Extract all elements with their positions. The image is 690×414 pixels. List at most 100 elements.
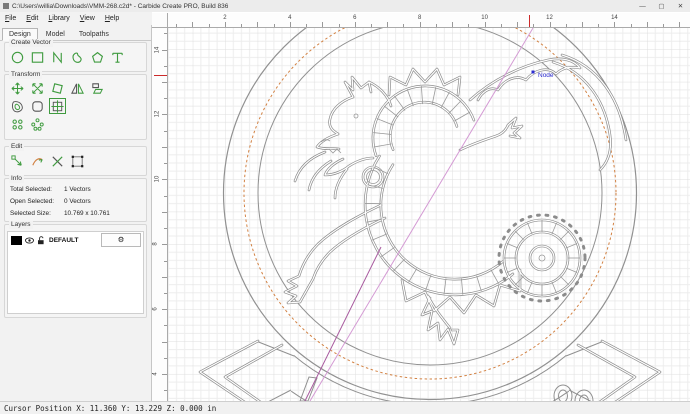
app-icon xyxy=(3,3,9,9)
move-tool-button[interactable] xyxy=(9,80,26,96)
offset-tool-button[interactable] xyxy=(9,98,26,114)
center-tool-button[interactable] xyxy=(49,98,66,114)
polyline-tool-button[interactable] xyxy=(49,49,66,65)
curve-tool-button[interactable] xyxy=(69,49,86,65)
ruler-tick xyxy=(647,22,648,27)
info-open-selected: Open Selected:0 Vectors xyxy=(5,195,146,207)
ruler-tick xyxy=(566,24,567,28)
ruler-tick xyxy=(582,22,583,27)
mirror-tool-button[interactable] xyxy=(69,80,86,96)
ruler-horizontal: 2468101214 xyxy=(168,13,690,28)
ruler-tick xyxy=(614,22,615,27)
node-edit-tool-button[interactable] xyxy=(9,153,26,169)
design-canvas[interactable]: Node xyxy=(168,28,690,401)
rotate-tool-button[interactable] xyxy=(49,80,66,96)
status-bar: Cursor Position X: 11.360 Y: 13.229 Z: 0… xyxy=(0,401,690,414)
ruler-tick xyxy=(322,22,323,27)
ruler-tick xyxy=(164,358,168,359)
ruler-tick xyxy=(162,309,167,310)
fillet-tool-button[interactable] xyxy=(29,98,46,114)
ruler-label: 12 xyxy=(546,15,553,21)
boolean-tool-button[interactable] xyxy=(69,153,86,169)
ruler-tick xyxy=(162,277,167,278)
shear-icon xyxy=(90,81,105,96)
layer-name: DEFAULT xyxy=(49,237,79,244)
text-tool-button[interactable] xyxy=(109,49,126,65)
cursor-marker-y xyxy=(154,75,167,77)
layer-color-swatch[interactable] xyxy=(11,236,22,245)
menu-view[interactable]: View xyxy=(75,15,100,22)
menu-bar: File Edit Library View Help xyxy=(0,12,152,25)
info-total-selected: Total Selected:1 Vectors xyxy=(5,183,146,195)
ruler-label: 6 xyxy=(353,15,356,21)
info-title: Info xyxy=(9,175,24,183)
polygon-tool-button[interactable] xyxy=(89,49,106,65)
ruler-tick xyxy=(631,24,632,28)
ruler-tick xyxy=(339,24,340,28)
ruler-tick xyxy=(164,98,168,99)
text-icon xyxy=(110,50,125,65)
shear-tool-button[interactable] xyxy=(89,80,106,96)
polyline-icon xyxy=(50,50,65,65)
node-marker[interactable] xyxy=(532,71,535,74)
edit-group: Edit xyxy=(4,146,147,176)
ruler-tick xyxy=(164,228,168,229)
ruler-tick xyxy=(164,131,168,132)
circle-tool-button[interactable] xyxy=(9,49,26,65)
ruler-label: 10 xyxy=(154,176,160,183)
close-button[interactable]: ✕ xyxy=(671,2,690,10)
ruler-tick xyxy=(162,342,167,343)
minimize-button[interactable]: — xyxy=(633,3,652,10)
ruler-label: 14 xyxy=(611,15,618,21)
info-value: 1 Vectors xyxy=(64,186,91,193)
ruler-tick xyxy=(209,24,210,28)
ruler-tick xyxy=(452,22,453,27)
move-icon xyxy=(10,81,25,96)
menu-help[interactable]: Help xyxy=(100,15,124,22)
ruler-tick xyxy=(501,24,502,28)
ruler-tick xyxy=(290,22,291,27)
maximize-button[interactable]: ▢ xyxy=(652,2,671,10)
layers-list: DEFAULT ⚙ xyxy=(7,231,144,314)
cursor-marker-x xyxy=(529,15,531,27)
ruler-tick xyxy=(176,24,177,28)
circular-array-tool-button[interactable] xyxy=(29,116,46,132)
layer-row-default[interactable]: DEFAULT ⚙ xyxy=(8,232,143,247)
layers-group: Layers DEFAULT ⚙ xyxy=(4,224,147,318)
ruler-tick xyxy=(355,22,356,27)
linear-array-tool-button[interactable] xyxy=(9,116,26,132)
ruler-tick xyxy=(164,66,168,67)
trim-vectors-tool-button[interactable] xyxy=(49,153,66,169)
scale-tool-button[interactable] xyxy=(29,80,46,96)
edit-title: Edit xyxy=(9,143,24,151)
ruler-tick xyxy=(533,24,534,28)
join-vectors-tool-button[interactable] xyxy=(29,153,46,169)
ruler-tick xyxy=(371,24,372,28)
rectangle-tool-button[interactable] xyxy=(29,49,46,65)
ruler-tick xyxy=(162,179,167,180)
info-value: 0 Vectors xyxy=(64,198,91,205)
unlock-icon[interactable] xyxy=(37,236,46,245)
node-label: Node xyxy=(538,72,554,79)
menu-library[interactable]: Library xyxy=(43,15,74,22)
ruler-tick xyxy=(162,147,167,148)
ruler-tick xyxy=(162,82,167,83)
join-vectors-icon xyxy=(30,154,45,169)
ruler-tick xyxy=(257,22,258,27)
rotate-icon xyxy=(50,81,65,96)
layer-settings-button[interactable]: ⚙ xyxy=(101,233,141,247)
ruler-tick xyxy=(550,22,551,27)
create-vector-group: Create Vector xyxy=(4,42,147,72)
eye-icon[interactable] xyxy=(25,236,34,245)
ruler-tick xyxy=(420,22,421,27)
menu-edit[interactable]: Edit xyxy=(21,15,43,22)
ruler-tick xyxy=(468,24,469,28)
rectangle-icon xyxy=(30,50,45,65)
ruler-tick xyxy=(403,24,404,28)
menu-file[interactable]: File xyxy=(0,15,21,22)
ruler-tick xyxy=(162,374,167,375)
node-edit-icon xyxy=(10,154,25,169)
design-side-panel: Design Model Toolpaths Create Vector Tra… xyxy=(0,25,152,401)
mirror-icon xyxy=(70,81,85,96)
tab-toolpaths[interactable]: Toolpaths xyxy=(73,29,115,40)
